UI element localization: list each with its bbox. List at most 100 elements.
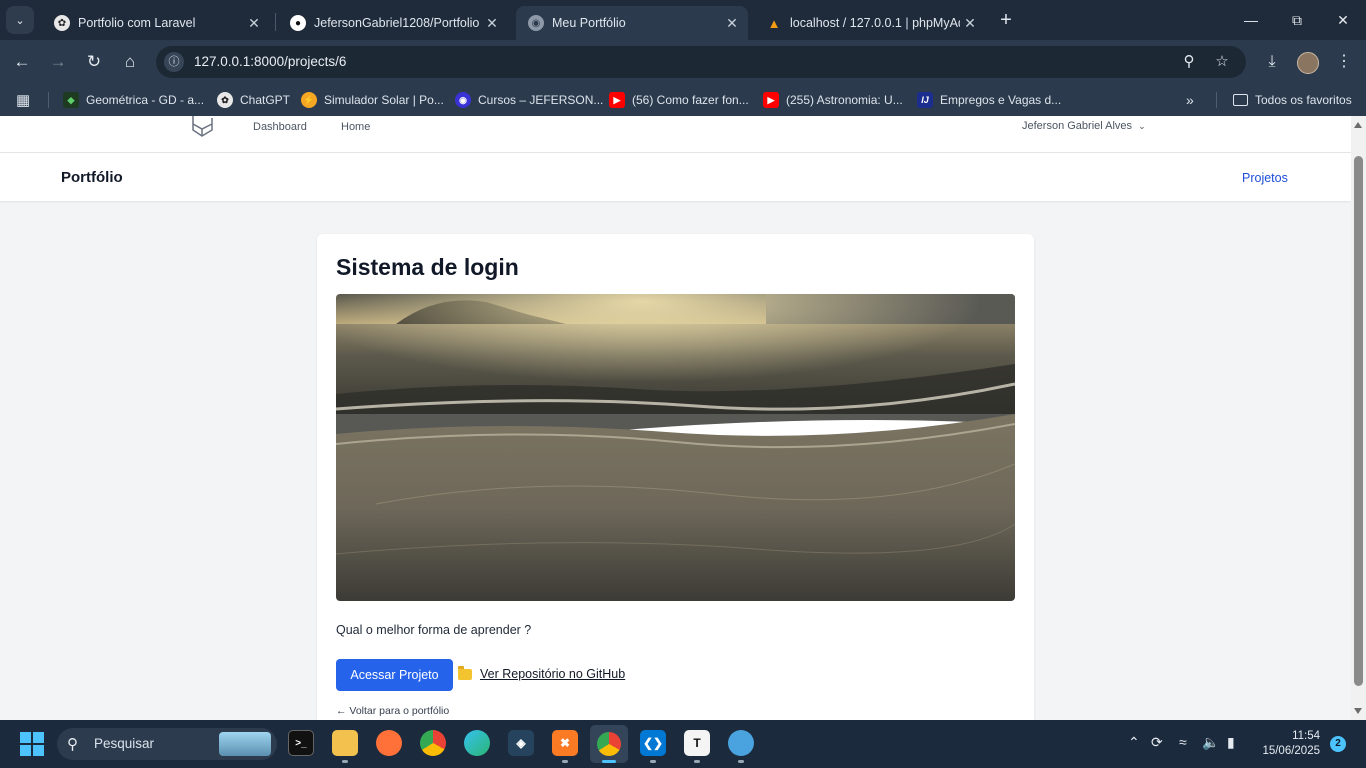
xampp-icon[interactable]: ✖ (552, 730, 578, 756)
chevron-up-icon[interactable]: ⌃ (1128, 734, 1140, 751)
page-viewport: Dashboard Home Jeferson Gabriel Alves ⌄ … (0, 116, 1366, 720)
taskbar: ⚲ Pesquisar >_ ◈ ✖ ❮❯ T ⌃ ⟳ ≈ 🔈 ▮ 11:54 … (0, 720, 1366, 768)
scrollbar[interactable] (1351, 116, 1366, 720)
tab-meu-portfolio[interactable]: ◉ Meu Portfólio ✕ (516, 6, 748, 40)
terminal-icon[interactable]: >_ (288, 730, 314, 756)
clock[interactable]: 11:54 15/06/2025 (1250, 729, 1320, 759)
minimize-button[interactable]: — (1228, 0, 1274, 40)
scroll-down-icon[interactable] (1354, 708, 1362, 714)
openai-icon: ✿ (217, 92, 233, 108)
github-icon: ● (290, 15, 306, 31)
edge-icon[interactable] (464, 730, 490, 756)
bookmark-youtube-fontes[interactable]: ▶ (56) Como fazer fon... (609, 91, 749, 109)
project-description: Qual o melhor forma de aprender ? (336, 623, 532, 637)
browser-toolbar: ← → ↻ ⌂ ⓘ 127.0.0.1:8000/projects/6 ⚲ ☆ … (0, 40, 1366, 84)
course-icon: ◉ (455, 92, 471, 108)
windows-start-icon[interactable] (20, 732, 44, 756)
bookmark-label: (56) Como fazer fon... (632, 93, 749, 107)
more-bookmarks-icon[interactable]: » (1186, 91, 1194, 109)
address-bar[interactable]: ⓘ 127.0.0.1:8000/projects/6 ⚲ ☆ (156, 46, 1246, 78)
chevron-down-icon: ⌄ (1138, 121, 1146, 131)
bookmark-label: Simulador Solar | Po... (324, 93, 444, 107)
back-to-portfolio-link[interactable]: ← Voltar para o portfólio (336, 705, 449, 717)
forward-icon[interactable]: → (45, 49, 71, 75)
access-project-button[interactable]: Acessar Projeto (336, 659, 453, 691)
nav-link-home[interactable]: Home (341, 121, 370, 133)
scroll-up-icon[interactable] (1354, 122, 1362, 128)
phpmyadmin-icon: ▲ (767, 15, 781, 31)
profile-avatar[interactable] (1297, 52, 1319, 74)
project-image (336, 294, 1015, 601)
menu-icon[interactable]: ⋮ (1332, 50, 1356, 74)
download-icon[interactable]: ⤓ (1260, 50, 1284, 74)
tab-github-portfolio[interactable]: ● JefersonGabriel1208/Portfolio ✕ (278, 6, 508, 40)
running-indicator (694, 760, 700, 763)
search-icon: ⚲ (67, 736, 78, 753)
firefox-icon[interactable] (376, 730, 402, 756)
globe-app-icon[interactable] (728, 730, 754, 756)
close-icon[interactable]: ✕ (244, 15, 264, 32)
close-window-button[interactable]: ✕ (1320, 0, 1366, 40)
solar-icon: ⚡ (301, 92, 317, 108)
page-title: Portfólio (61, 169, 123, 186)
project-card: Sistema de login Qual o melhor forma de … (317, 234, 1034, 720)
close-icon[interactable]: ✕ (960, 15, 980, 32)
bookmark-label: Geométrica - GD - a... (86, 93, 205, 107)
youtube-icon: ▶ (763, 92, 779, 108)
bookmark-chatgpt[interactable]: ✿ ChatGPT (217, 91, 290, 109)
app-navigation: Dashboard Home Jeferson Gabriel Alves ⌄ (0, 116, 1351, 153)
geometrica-icon: ◆ (63, 92, 79, 108)
tab-portfolio-laravel[interactable]: ✿ Portfolio com Laravel ✕ (42, 6, 270, 40)
tab-phpmyadmin[interactable]: ▲ localhost / 127.0.0.1 | phpMyAd ✕ (754, 6, 986, 40)
bookmark-empregos[interactable]: IJ Empregos e Vagas d... (917, 91, 1061, 109)
apps-grid-icon[interactable]: ▦ (16, 91, 30, 109)
laravel-logo-icon[interactable] (190, 116, 218, 140)
bookmark-cursos[interactable]: ◉ Cursos – JEFERSON... (455, 91, 603, 109)
active-indicator (602, 760, 616, 763)
battery-icon[interactable]: ▮ (1227, 734, 1235, 751)
vscode-icon[interactable]: ❮❯ (640, 730, 666, 756)
volume-icon[interactable]: 🔈 (1202, 734, 1219, 751)
bookmark-geometrica[interactable]: ◆ Geométrica - GD - a... (63, 91, 204, 109)
close-icon[interactable]: ✕ (482, 15, 502, 32)
tab-strip: ⌄ ✿ Portfolio com Laravel ✕ ● JefersonGa… (0, 0, 1366, 40)
bookmark-simulador-solar[interactable]: ⚡ Simulador Solar | Po... (301, 91, 444, 109)
notification-badge[interactable]: 2 (1330, 736, 1346, 752)
new-tab-button[interactable]: + (994, 8, 1018, 32)
bookmark-youtube-astronomia[interactable]: ▶ (255) Astronomia: U... (763, 91, 903, 109)
bookmarks-bar: ▦ ◆ Geométrica - GD - a... ✿ ChatGPT ⚡ S… (0, 84, 1366, 116)
bookmarks-separator (1216, 92, 1217, 108)
search-placeholder: Pesquisar (94, 736, 155, 751)
bookmark-label: Cursos – JEFERSON... (478, 93, 604, 107)
close-icon[interactable]: ✕ (722, 15, 742, 32)
globe-icon: ◉ (528, 15, 544, 31)
scrollbar-thumb[interactable] (1354, 156, 1363, 686)
home-icon[interactable]: ⌂ (117, 49, 143, 75)
bookmark-label: ChatGPT (240, 93, 291, 107)
site-info-icon[interactable]: ⓘ (164, 52, 184, 72)
chrome-profile-icon[interactable] (590, 725, 628, 763)
github-repo-link[interactable]: Ver Repositório no GitHub (458, 665, 625, 681)
running-indicator (650, 760, 656, 763)
bookmark-star-icon[interactable]: ☆ (1212, 52, 1232, 72)
wifi-icon[interactable]: ≈ (1179, 734, 1187, 750)
tab-title: Portfolio com Laravel (78, 16, 196, 30)
reload-icon[interactable]: ↻ (81, 49, 107, 75)
taskbar-search[interactable]: ⚲ Pesquisar (57, 728, 277, 760)
file-explorer-icon[interactable] (332, 730, 358, 756)
project-title: Sistema de login (336, 254, 519, 280)
nav-link-dashboard[interactable]: Dashboard (253, 121, 307, 133)
url-text[interactable]: 127.0.0.1:8000/projects/6 (194, 54, 346, 69)
back-icon[interactable]: ← (9, 49, 35, 75)
sync-icon[interactable]: ⟳ (1151, 734, 1163, 751)
restore-button[interactable]: ⧉ (1274, 0, 1320, 40)
tab-search-button[interactable]: ⌄ (6, 6, 34, 34)
zoom-icon[interactable]: ⚲ (1179, 52, 1199, 72)
chrome-icon[interactable] (420, 730, 446, 756)
all-bookmarks-folder[interactable]: Todos os favoritos (1233, 91, 1352, 109)
user-name: Jeferson Gabriel Alves (1022, 120, 1133, 132)
projects-link[interactable]: Projetos (1242, 171, 1288, 185)
mysql-workbench-icon[interactable]: ◈ (508, 730, 534, 756)
typora-icon[interactable]: T (684, 730, 710, 756)
user-menu[interactable]: Jeferson Gabriel Alves ⌄ (1022, 120, 1146, 132)
